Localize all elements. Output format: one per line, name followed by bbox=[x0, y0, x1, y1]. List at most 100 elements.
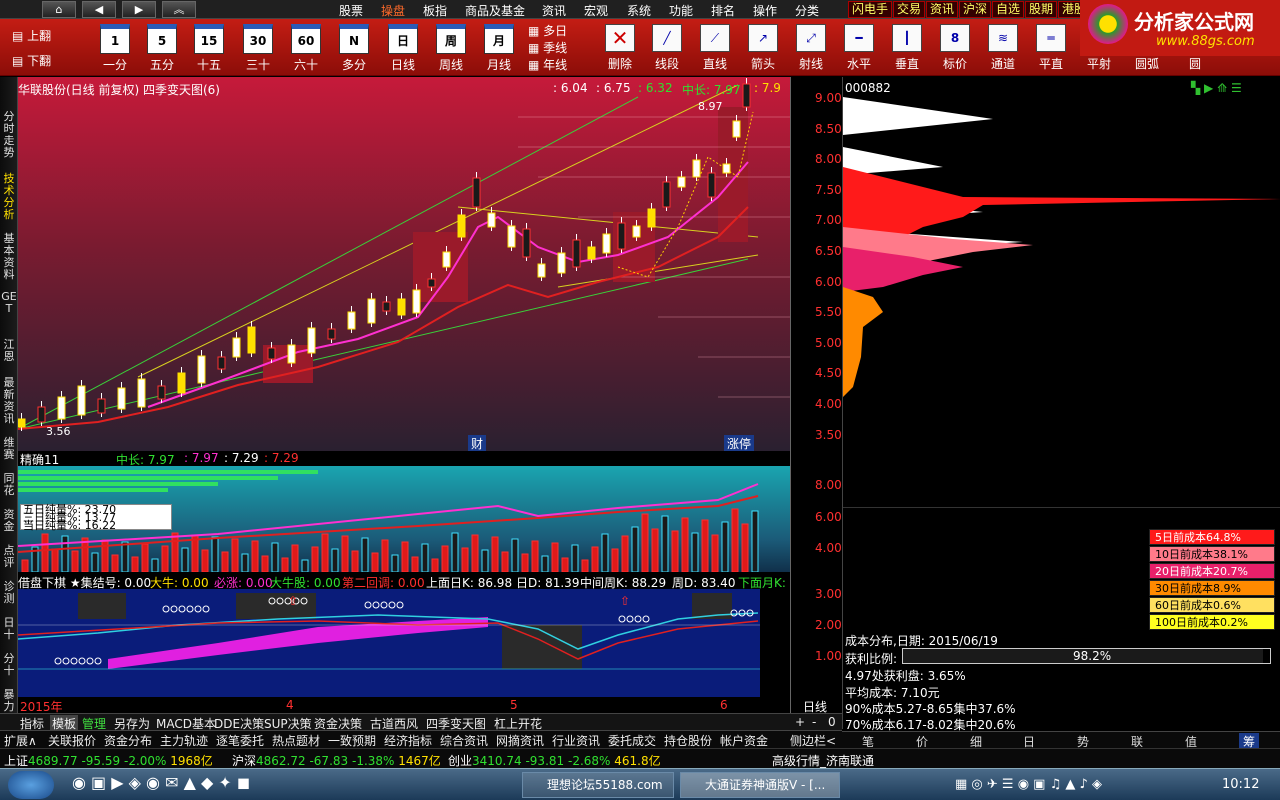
period-30min[interactable]: 30 三十 bbox=[235, 21, 281, 75]
tab-hot-topics[interactable]: 热点题材 bbox=[272, 732, 320, 749]
pane-tool-icons[interactable]: ▚ ▶ ⟰ ☰ bbox=[1191, 81, 1242, 95]
quick-flash[interactable]: 闪电手 bbox=[848, 1, 893, 18]
menu-news[interactable]: 资讯 bbox=[542, 2, 566, 19]
quick-futures[interactable]: 股期 bbox=[1025, 1, 1058, 18]
menu-category[interactable]: 分类 bbox=[795, 2, 819, 19]
tray-icons[interactable]: ▦ ◎ ✈ ☰ ◉ ▣ ♫ ▲ ♪ ◈ bbox=[955, 777, 1102, 792]
year-button[interactable]: ▦ 年线 bbox=[528, 57, 567, 74]
forward-icon[interactable]: ▶ bbox=[122, 1, 156, 18]
kd-pane[interactable]: ⇧ ⇧ bbox=[18, 589, 760, 697]
zoom-reset-button[interactable]: 0 bbox=[828, 715, 836, 729]
menu-ranking[interactable]: 排名 bbox=[711, 2, 735, 19]
channel-tool[interactable]: ≋ 通道 bbox=[980, 21, 1026, 75]
multi-period-group: ▦ 多日 ▦ 季线 ▦ 年线 bbox=[528, 23, 567, 74]
period-1min[interactable]: 1 一分 bbox=[92, 21, 138, 75]
segment-tool[interactable]: ╱ 线段 bbox=[644, 21, 690, 75]
ray-tool[interactable]: ⤢ 射线 bbox=[788, 21, 834, 75]
tab-expand[interactable]: 扩展∧ bbox=[4, 732, 37, 749]
volume-bar bbox=[561, 557, 569, 572]
quick-shsz[interactable]: 沪深 bbox=[959, 1, 992, 18]
tab-orders[interactable]: 委托成交 bbox=[608, 732, 656, 749]
nav-diagnose[interactable]: 诊测 bbox=[1, 581, 17, 605]
nav-get[interactable]: GET bbox=[1, 291, 17, 315]
menu-stocks[interactable]: 股票 bbox=[339, 2, 363, 19]
tab-consensus[interactable]: 一致预期 bbox=[328, 732, 376, 749]
menu-commodities[interactable]: 商品及基金 bbox=[465, 2, 525, 19]
nav-min10[interactable]: 分十 bbox=[1, 653, 17, 677]
period-5min[interactable]: 5 五分 bbox=[139, 21, 185, 75]
nav-tonghua[interactable]: 同花 bbox=[1, 473, 17, 497]
tab-industry-news[interactable]: 行业资讯 bbox=[552, 732, 600, 749]
nav-weisai[interactable]: 维赛 bbox=[1, 437, 17, 461]
taskbar-app-trading[interactable]: 大通证券神通版V - [... bbox=[680, 772, 840, 798]
period-day[interactable]: 日日线 bbox=[380, 21, 426, 75]
line-icon: ⟋ bbox=[700, 24, 730, 52]
period-60min[interactable]: 60 六十 bbox=[283, 21, 329, 75]
period-15min[interactable]: 15 十五 bbox=[186, 21, 232, 75]
line-tool[interactable]: ⟋ 直线 bbox=[692, 21, 738, 75]
sz-amount: 1467亿 bbox=[398, 754, 441, 768]
zoom-out-button[interactable]: - bbox=[812, 715, 816, 729]
collapse-icon[interactable]: ︽ bbox=[162, 1, 196, 18]
tab-fund-distribution[interactable]: 资金分布 bbox=[104, 732, 152, 749]
price-label-tool[interactable]: 8 标价 bbox=[932, 21, 978, 75]
quick-trade[interactable]: 交易 bbox=[893, 1, 926, 18]
nav-latest-news[interactable]: 最新资讯 bbox=[1, 377, 17, 425]
quick-watchlist[interactable]: 自选 bbox=[992, 1, 1025, 18]
cy-index[interactable]: 创业3410.74 -93.81 -2.68% 461.8亿 bbox=[448, 752, 661, 769]
period-multi-min[interactable]: N 多分 bbox=[331, 21, 377, 75]
menu-indices[interactable]: 板指 bbox=[423, 2, 447, 19]
quick-news[interactable]: 资讯 bbox=[926, 1, 959, 18]
multi-day-button[interactable]: ▦ 多日 bbox=[528, 23, 567, 40]
finance-badge[interactable]: 财 bbox=[468, 435, 487, 452]
horizontal-tool[interactable]: ━ 水平 bbox=[836, 21, 882, 75]
menu-macro[interactable]: 宏观 bbox=[584, 2, 608, 19]
quarter-button[interactable]: ▦ 季线 bbox=[528, 40, 567, 57]
menu-trading[interactable]: 操盘 bbox=[381, 2, 405, 19]
tab-general-news[interactable]: 综合资讯 bbox=[440, 732, 488, 749]
nav-review[interactable]: 点评 bbox=[1, 545, 17, 569]
limit-up-badge[interactable]: 涨停 bbox=[724, 435, 755, 452]
page-up-button[interactable]: ▤ 上翻 bbox=[6, 25, 76, 47]
high-price-label: 8.97 bbox=[698, 100, 723, 113]
tab-main-track[interactable]: 主力轨迹 bbox=[160, 732, 208, 749]
price-scale-tick: 5.50 bbox=[815, 305, 842, 320]
tab-account[interactable]: 帐户资金 bbox=[720, 732, 768, 749]
start-button[interactable] bbox=[8, 771, 54, 799]
arrow-tool[interactable]: ↗ 箭头 bbox=[740, 21, 786, 75]
flat-tool[interactable]: ═ 平直 bbox=[1028, 21, 1074, 75]
tab-holdings[interactable]: 持仓股份 bbox=[664, 732, 712, 749]
taskbar-app-forum[interactable]: 理想论坛55188.com bbox=[522, 772, 674, 798]
volume-pane[interactable]: 五日纯量%: 23.70 三日纯量%: 13.77 当日纯量%: 16.22 bbox=[18, 466, 790, 572]
tab-related-quotes[interactable]: 关联报价 bbox=[48, 732, 96, 749]
nav-day10[interactable]: 日十 bbox=[1, 617, 17, 641]
home-icon[interactable]: ⌂ bbox=[42, 1, 76, 18]
nav-technical[interactable]: 技术分析 bbox=[1, 173, 17, 221]
tab-sidebar[interactable]: 侧边栏< bbox=[790, 732, 836, 749]
menu-function[interactable]: 功能 bbox=[669, 2, 693, 19]
zoom-in-button[interactable]: + bbox=[795, 715, 805, 729]
period-label: 五分 bbox=[149, 58, 174, 72]
menu-operation[interactable]: 操作 bbox=[753, 2, 777, 19]
main-chart-pane[interactable]: 华联股份(日线 前复权) 四季变天图(6) : 6.04 : 6.75 : 6.… bbox=[18, 77, 790, 452]
vertical-tool[interactable]: ┃ 垂直 bbox=[884, 21, 930, 75]
nav-funds[interactable]: 资金 bbox=[1, 509, 17, 533]
nav-fundamentals[interactable]: 基本资料 bbox=[1, 233, 17, 281]
period-week[interactable]: 周周线 bbox=[428, 21, 474, 75]
menu-system[interactable]: 系统 bbox=[627, 2, 651, 19]
hs-index[interactable]: 沪深4862.72 -67.83 -1.38% 1467亿 bbox=[232, 752, 441, 769]
nav-burst[interactable]: 暴力 bbox=[1, 689, 17, 713]
tab-digest-news[interactable]: 网摘资讯 bbox=[496, 732, 544, 749]
tab-order-detail[interactable]: 逐笔委托 bbox=[216, 732, 264, 749]
tab-economic[interactable]: 经济指标 bbox=[384, 732, 432, 749]
volume-bar bbox=[291, 544, 299, 572]
taskbar-pinned-icons[interactable]: ◉ ▣ ▶ ◈ ◉ ✉ ▲ ◆ ✦ ◼ bbox=[72, 773, 250, 792]
delete-drawing-button[interactable]: ✕ 删除 bbox=[597, 21, 643, 75]
period-month[interactable]: 月月线 bbox=[476, 21, 522, 75]
page-down-button[interactable]: ▤ 下翻 bbox=[6, 50, 76, 72]
back-icon[interactable]: ◀ bbox=[82, 1, 116, 18]
sh-index[interactable]: 上证4689.77 -95.59 -2.00% 1968亿 bbox=[4, 752, 213, 769]
logo-title: 分析家公式网 bbox=[1134, 10, 1254, 34]
nav-gann[interactable]: 江恩 bbox=[1, 339, 17, 363]
nav-intraday[interactable]: 分时走势 bbox=[1, 111, 17, 159]
